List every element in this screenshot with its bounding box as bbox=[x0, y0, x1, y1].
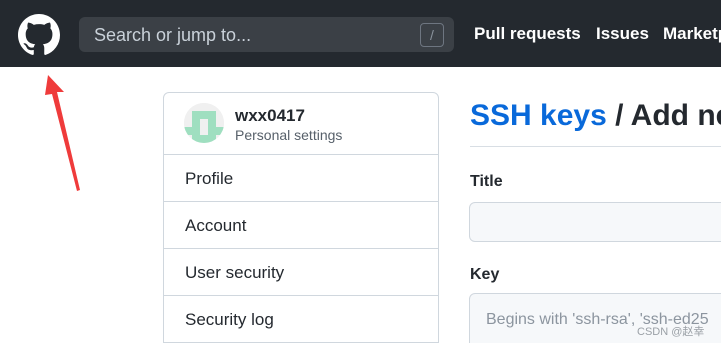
sidebar-item-profile[interactable]: Profile bbox=[164, 155, 438, 202]
title-label: Title bbox=[470, 173, 503, 190]
key-label: Key bbox=[470, 266, 500, 283]
title-input[interactable] bbox=[469, 202, 721, 242]
search-shortcut-key: / bbox=[420, 23, 444, 47]
search-placeholder: Search or jump to... bbox=[94, 25, 252, 45]
settings-sidebar: wxx0417 Personal settings Profile Accoun… bbox=[163, 92, 439, 343]
watermark: CSDN @赵幸 bbox=[637, 326, 705, 338]
identicon-icon bbox=[184, 103, 224, 143]
personal-settings-label: Personal settings bbox=[235, 127, 343, 143]
breadcrumb-separator: / bbox=[606, 99, 631, 132]
title-divider bbox=[470, 146, 721, 147]
top-navigation-bar: Search or jump to... / Pull requests Iss… bbox=[0, 0, 721, 67]
breadcrumb-ssh-keys[interactable]: SSH keys bbox=[470, 99, 607, 132]
sidebar-item-label: Account bbox=[185, 216, 247, 235]
github-logo-icon[interactable] bbox=[18, 14, 60, 56]
nav-marketplace[interactable]: Marketp bbox=[663, 24, 721, 44]
sidebar-item-user-security[interactable]: User security bbox=[164, 249, 438, 296]
profile-header[interactable]: wxx0417 Personal settings bbox=[164, 93, 438, 155]
sidebar-item-account[interactable]: Account bbox=[164, 202, 438, 249]
username: wxx0417 bbox=[235, 106, 305, 125]
sidebar-item-label: User security bbox=[185, 263, 285, 282]
sidebar-item-label: Profile bbox=[185, 169, 234, 188]
red-annotation-arrow bbox=[45, 75, 80, 191]
nav-issues[interactable]: Issues bbox=[596, 24, 649, 44]
sidebar-item-security-log[interactable]: Security log bbox=[164, 296, 438, 343]
page-title: SSH keys / Add new bbox=[470, 99, 721, 133]
page-title-text: Add new bbox=[630, 99, 721, 132]
sidebar-item-label: Security log bbox=[185, 310, 274, 329]
search-input[interactable]: Search or jump to... / bbox=[79, 17, 454, 52]
nav-pull-requests[interactable]: Pull requests bbox=[474, 24, 581, 44]
avatar[interactable] bbox=[184, 103, 224, 143]
